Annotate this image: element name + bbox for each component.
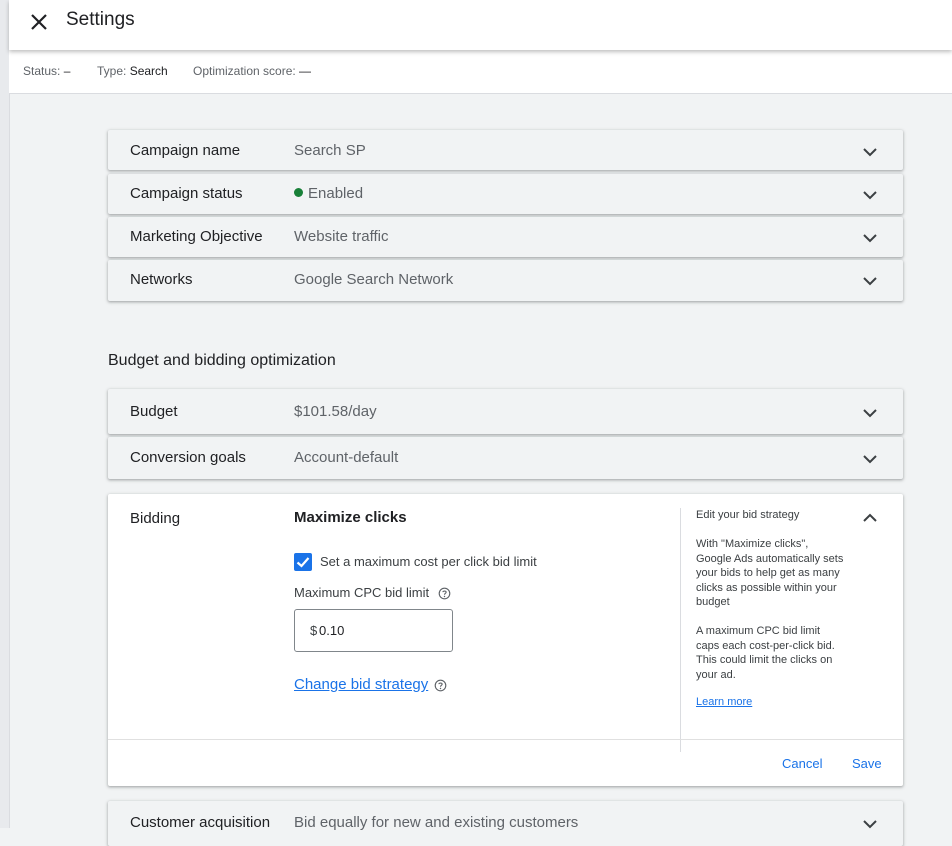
status-label: Status: <box>23 64 61 78</box>
max-cpc-checkbox[interactable] <box>294 553 312 571</box>
row-label: Campaign status <box>130 185 243 202</box>
help-icon[interactable] <box>438 587 451 600</box>
status-dot <box>294 188 303 197</box>
marketing-objective-row[interactable]: Marketing Objective Website traffic <box>108 217 903 257</box>
cancel-button[interactable]: Cancel <box>782 756 822 771</box>
row-label: Budget <box>130 403 178 420</box>
row-value: Enabled <box>294 185 363 202</box>
status-text: Enabled <box>308 185 364 202</box>
left-strip <box>0 0 10 828</box>
help-title: Edit your bid strategy <box>696 509 800 521</box>
campaign-name-row[interactable]: Campaign name Search SP <box>108 130 903 170</box>
currency-symbol: $ <box>310 623 318 638</box>
type-value: Search <box>129 64 168 78</box>
close-icon[interactable] <box>27 10 51 34</box>
row-value: Google Search Network <box>294 271 454 288</box>
divider <box>108 739 903 740</box>
customer-acquisition-row[interactable]: Customer acquisition Bid equally for new… <box>108 801 903 846</box>
bid-strategy-name: Maximize clicks <box>294 509 407 526</box>
chevron-down-icon[interactable] <box>862 187 878 203</box>
row-label: Campaign name <box>130 142 241 159</box>
checkbox-label: Set a maximum cost per click bid limit <box>320 554 537 569</box>
section-title: Budget and bidding optimization <box>108 352 336 369</box>
learn-more-link[interactable]: Learn more <box>696 695 752 710</box>
row-value: Bid equally for new and existing custome… <box>294 814 579 831</box>
check-icon <box>296 557 310 568</box>
chevron-down-icon[interactable] <box>862 816 878 832</box>
cpc-label-text: Maximum CPC bid limit <box>294 585 430 600</box>
chevron-down-icon[interactable] <box>862 144 878 160</box>
change-bid-strategy-link[interactable]: Change bid strategy <box>294 676 428 693</box>
optimization-score-value: — <box>299 64 312 78</box>
status-bar: Status: – Type: Search Optimization scor… <box>9 50 952 94</box>
chevron-down-icon[interactable] <box>862 405 878 421</box>
status-item: Status: – <box>23 64 70 78</box>
optimization-score-label: Optimization score: <box>193 64 296 78</box>
cpc-label: Maximum CPC bid limit <box>294 585 451 600</box>
max-cpc-input[interactable]: $ 0.10 <box>294 609 453 652</box>
row-value: Website traffic <box>294 228 389 245</box>
row-label: Customer acquisition <box>130 814 271 831</box>
save-button[interactable]: Save <box>852 756 882 771</box>
row-label: Conversion goals <box>130 449 246 466</box>
chevron-down-icon[interactable] <box>862 230 878 246</box>
row-label: Networks <box>130 271 193 288</box>
campaign-status-row[interactable]: Campaign status Enabled <box>108 174 903 214</box>
conversion-goals-row[interactable]: Conversion goals Account-default <box>108 437 903 479</box>
type-item: Type: Search <box>97 64 168 78</box>
help-paragraph-1: With "Maximize clicks", Google Ads autom… <box>696 538 844 608</box>
change-bid-strategy[interactable]: Change bid strategy <box>294 676 447 693</box>
row-value: Search SP <box>294 142 366 159</box>
bidding-panel: Bidding Maximize clicks Set a maximum co… <box>108 494 903 786</box>
budget-row[interactable]: Budget $101.58/day <box>108 389 903 434</box>
networks-row[interactable]: Networks Google Search Network <box>108 260 903 301</box>
type-label: Type: <box>97 64 127 78</box>
help-panel: Edit your bid strategy With "Maximize cl… <box>680 508 844 752</box>
help-paragraph-2: A maximum CPC bid limit caps each cost-p… <box>696 625 835 681</box>
status-value: – <box>63 64 71 78</box>
optimization-score-item: Optimization score: — <box>193 64 311 78</box>
page-title: Settings <box>66 9 135 30</box>
row-label: Marketing Objective <box>130 228 263 245</box>
bidding-label: Bidding <box>130 510 181 527</box>
row-value: $101.58/day <box>294 403 377 420</box>
help-icon[interactable] <box>434 679 447 692</box>
chevron-down-icon[interactable] <box>862 273 878 289</box>
settings-header: Settings <box>9 0 952 50</box>
row-value: Account-default <box>294 449 399 466</box>
chevron-up-icon[interactable] <box>862 510 878 526</box>
chevron-down-icon[interactable] <box>862 451 878 467</box>
cpc-value: 0.10 <box>319 623 345 638</box>
